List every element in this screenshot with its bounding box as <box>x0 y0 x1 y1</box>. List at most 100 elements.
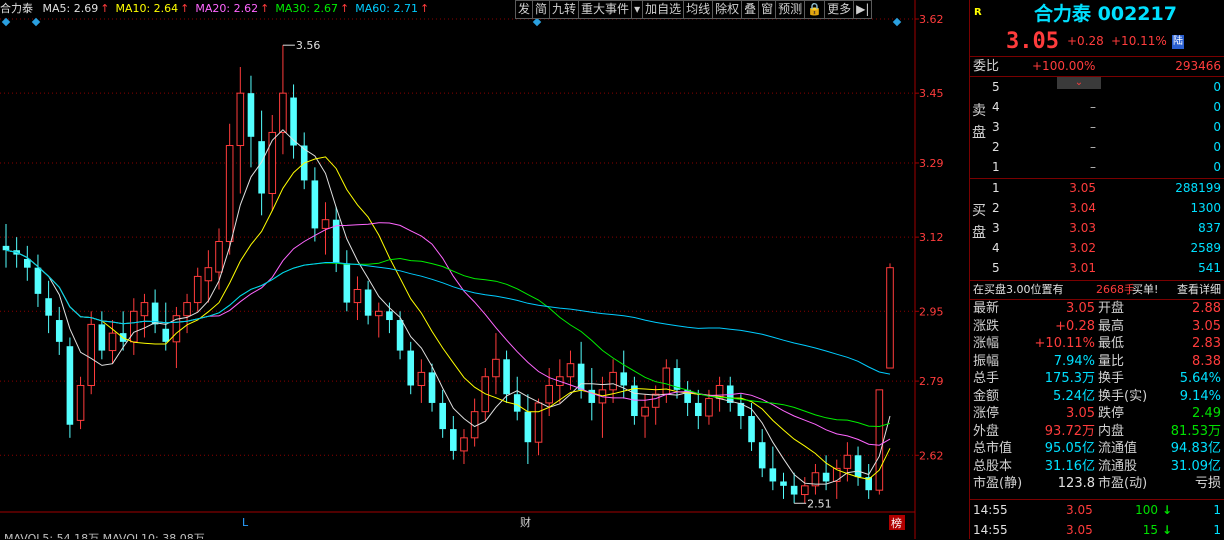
toolbar-button[interactable]: 更多 <box>825 0 855 19</box>
current-price: 3.05 <box>1006 29 1059 54</box>
ma-legend-item: MA20: 2.62 ↑ <box>195 2 270 15</box>
toolbar-button[interactable]: 🔒 <box>805 0 826 19</box>
candle-body <box>875 389 884 491</box>
candle-body <box>417 371 426 386</box>
order-book-row[interactable]: 4 – 0 <box>970 97 1224 117</box>
order-book-row[interactable]: 4 3.02 2589 <box>970 238 1224 258</box>
candle-body <box>513 394 521 412</box>
order-book-row[interactable]: 2 3.04 1300 <box>970 198 1224 218</box>
candle-body <box>45 298 52 316</box>
order-price: 3.01 <box>1069 261 1096 275</box>
stat-value: 95.05亿 <box>1044 441 1095 456</box>
candle-body <box>215 241 223 273</box>
toolbar-button[interactable]: 均线 <box>684 0 714 19</box>
candle-body <box>641 406 649 417</box>
y-tick-label: 2.62 <box>919 449 944 462</box>
toolbar-button[interactable]: 重大事件 <box>579 0 633 19</box>
queue-note: 在买盘3.00位置有 <box>973 283 1064 296</box>
tick-row: 14:55 3.05 15 ↓ 1 <box>970 520 1224 540</box>
stat-label: 涨幅 <box>973 336 1000 351</box>
toolbar-button[interactable]: 除权 <box>713 0 743 19</box>
stat-value: 3.05 <box>1192 318 1221 334</box>
tick-volume: 15 <box>1142 523 1158 537</box>
weibi-value: +100.00% <box>1032 59 1096 73</box>
toolbar-button[interactable]: 预测 <box>776 0 806 19</box>
ma-line <box>5 249 891 428</box>
candle-body <box>55 320 63 342</box>
stat-label: 涨跌 <box>973 318 1000 334</box>
order-level: 2 <box>992 201 1000 215</box>
event-marker-icon <box>31 17 41 27</box>
candle-body <box>193 275 202 304</box>
toolbar-button[interactable]: ▾ <box>632 0 644 19</box>
order-price: 3.05 <box>1069 181 1096 195</box>
order-price: 3.02 <box>1069 241 1096 255</box>
candle-body <box>364 289 372 316</box>
candle-body <box>279 92 287 133</box>
stat-value: 5.24亿 <box>1053 388 1095 404</box>
candle-body <box>140 302 149 317</box>
tick-row: 14:55 3.05 100 ↓ 1 <box>970 500 1224 520</box>
tick-count: 1 <box>1213 523 1221 537</box>
stat-row: 最新 3.05 开盘 2.88 <box>970 300 1224 318</box>
candle-body <box>843 454 852 469</box>
toolbar-button[interactable]: 简 <box>533 0 551 19</box>
y-tick-label: 3.62 <box>919 13 944 26</box>
stat-value: 7.94% <box>1053 353 1095 369</box>
stat-label: 最低 <box>1098 336 1125 351</box>
order-book-row[interactable]: 1 – 0 <box>970 157 1224 177</box>
candle-body <box>353 288 362 304</box>
tick-volume: 100 <box>1135 503 1158 517</box>
candle-body <box>343 263 351 303</box>
toolbar-button[interactable]: 加自选 <box>643 0 685 19</box>
event-marker-icon <box>892 17 902 27</box>
candle-body <box>396 320 404 351</box>
kline-chart[interactable]: 3.62 3.45 3.29 3.12 2.95 2.79 2.62 3.56 2.51 L 财 榜 M… <box>0 0 969 539</box>
queue-tag: 买单! <box>1132 283 1159 296</box>
price-row: 3.05 +0.28 +10.11% 陆 <box>970 29 1224 55</box>
order-book-row[interactable]: 1 3.05 288199 <box>970 178 1224 198</box>
y-tick-label: 2.95 <box>919 305 944 318</box>
up-arrow-icon: ↑ <box>419 2 430 15</box>
queue-detail-link[interactable]: 查看详细 <box>1177 281 1221 299</box>
stat-label: 涨停 <box>973 406 1000 421</box>
toolbar-button[interactable]: 窗 <box>759 0 777 19</box>
candle-body <box>374 310 383 317</box>
toolbar-button[interactable]: 九转 <box>550 0 580 19</box>
stat-row: 总手 175.3万 换手 5.64% <box>970 370 1224 388</box>
volume-legend: MAVOL5: 54.18万 MAVOL10: 38.08万 <box>4 532 205 539</box>
order-book-row[interactable]: 3 3.03 837 <box>970 218 1224 238</box>
ma-legend: 合力泰 MA5: 2.69 ↑ MA10: 2.64 ↑ MA20: 2.62 ↑ MA30… <box>0 0 515 18</box>
candle-body <box>439 402 446 430</box>
ma-legend-item: MA10: 2.64 ↑ <box>115 2 190 15</box>
stat-row: 金额 5.24亿 换手(实) 9.14% <box>970 388 1224 406</box>
price-pct: +10.11% <box>1111 34 1167 48</box>
stat-row: 总市值 95.05亿 流通值 94.83亿 <box>970 440 1224 458</box>
stat-value: 2.88 <box>1192 301 1221 316</box>
kline-chart-area[interactable]: 3.62 3.45 3.29 3.12 2.95 2.79 2.62 3.56 2.51 L 财 榜 M… <box>0 0 969 539</box>
stat-value: 175.3万 <box>1044 371 1095 386</box>
candle-body <box>321 219 330 229</box>
quote-header: R 合力泰 002217 <box>970 0 1224 28</box>
toolbar-button[interactable]: 叠 <box>742 0 760 19</box>
toolbar-button[interactable]: ▶| <box>854 0 873 19</box>
bang-marker: 榜 <box>891 516 902 530</box>
candle-body <box>886 267 894 369</box>
toolbar-button[interactable]: 发 <box>515 0 534 19</box>
weibi-row: 委比 +100.00% 293466 <box>970 57 1224 76</box>
order-book-row[interactable]: 5 3.01 541 <box>970 258 1224 278</box>
tick-count: 1 <box>1213 503 1221 517</box>
chart-toolbar: 发简九转 重大事件 ▾ 加自选 均线 除权叠窗预测 🔒 更多 ▶| <box>515 0 873 19</box>
y-tick-label: 3.45 <box>919 87 944 100</box>
collapse-chevron-icon[interactable]: ⌄ <box>1057 77 1101 89</box>
stat-value: +0.28 <box>1055 318 1095 334</box>
lu-badge: 陆 <box>1172 35 1184 49</box>
stat-label: 金额 <box>973 388 1000 404</box>
order-book-row[interactable]: 2 – 0 <box>970 137 1224 157</box>
candle-body <box>407 350 415 386</box>
order-level: 2 <box>992 140 1000 154</box>
stat-value: 93.72万 <box>1044 423 1095 439</box>
order-book-row[interactable]: 3 – 0 <box>970 117 1224 137</box>
stat-value: 9.14% <box>1179 388 1221 404</box>
l-marker: L <box>242 516 249 529</box>
